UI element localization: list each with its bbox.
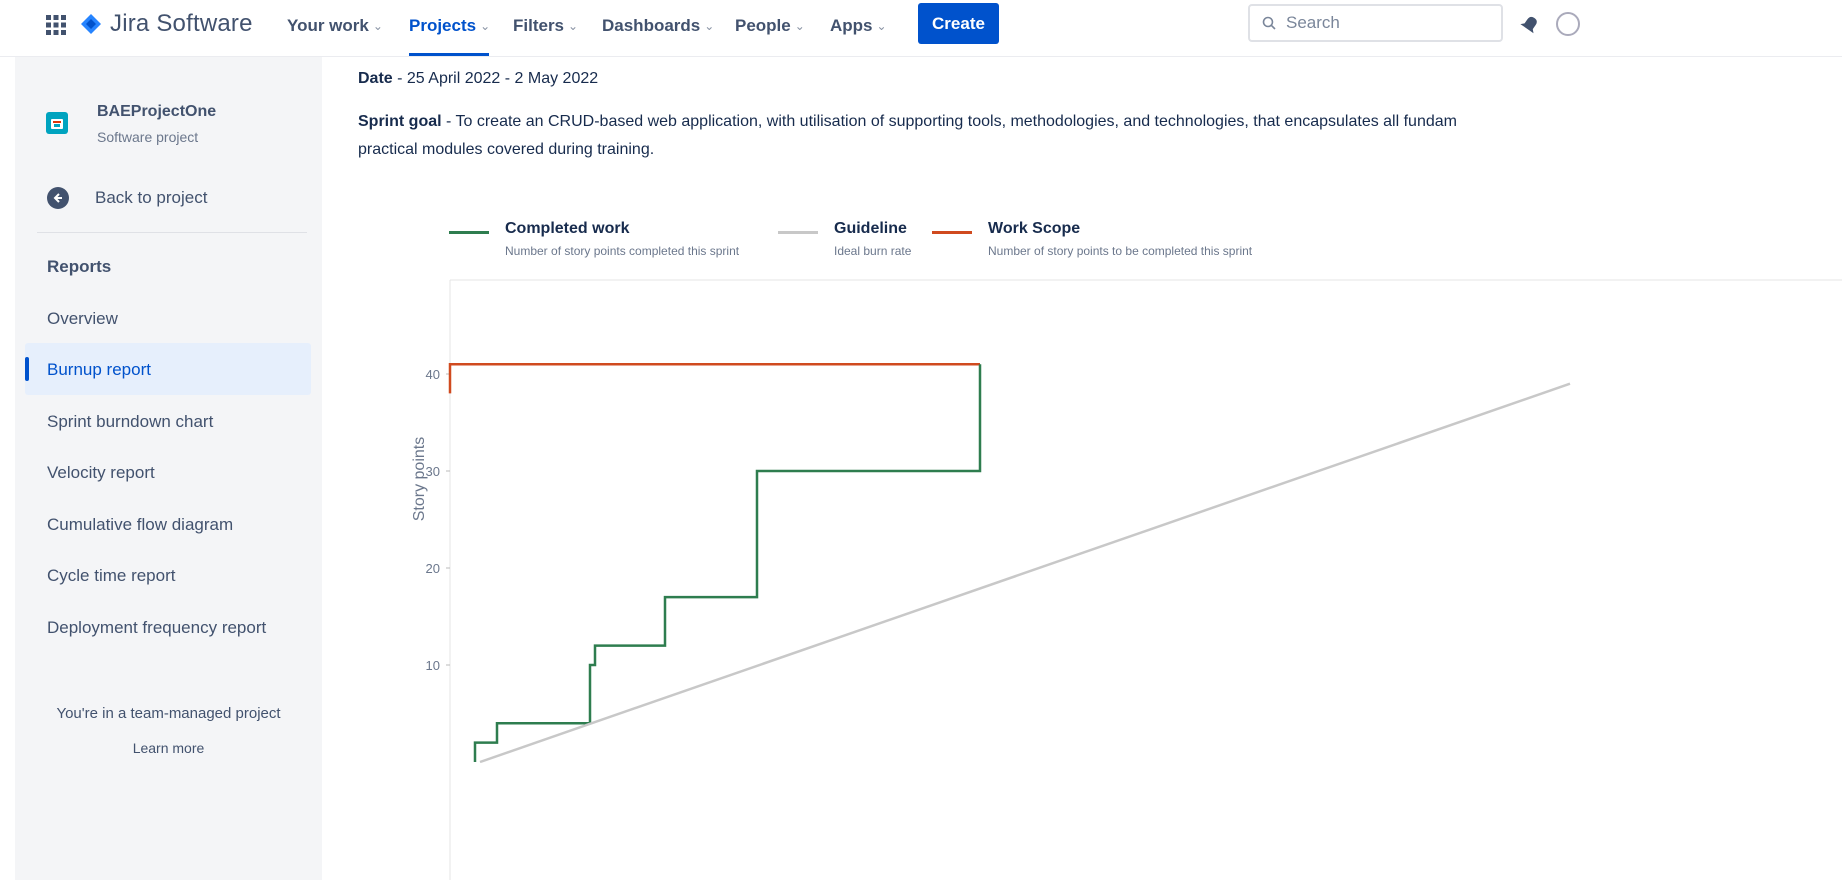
- series-line-guideline: [479, 382, 1571, 764]
- y-tick-label: 20: [426, 561, 440, 576]
- series-line-work-scope: [448, 363, 980, 394]
- y-tick-label: 10: [426, 658, 440, 673]
- series-line-completed-work: [473, 364, 982, 762]
- y-tick-label: 40: [426, 367, 440, 382]
- burnup-chart: 10 20 30 40: [426, 279, 1842, 880]
- y-tick-label: 30: [426, 464, 440, 479]
